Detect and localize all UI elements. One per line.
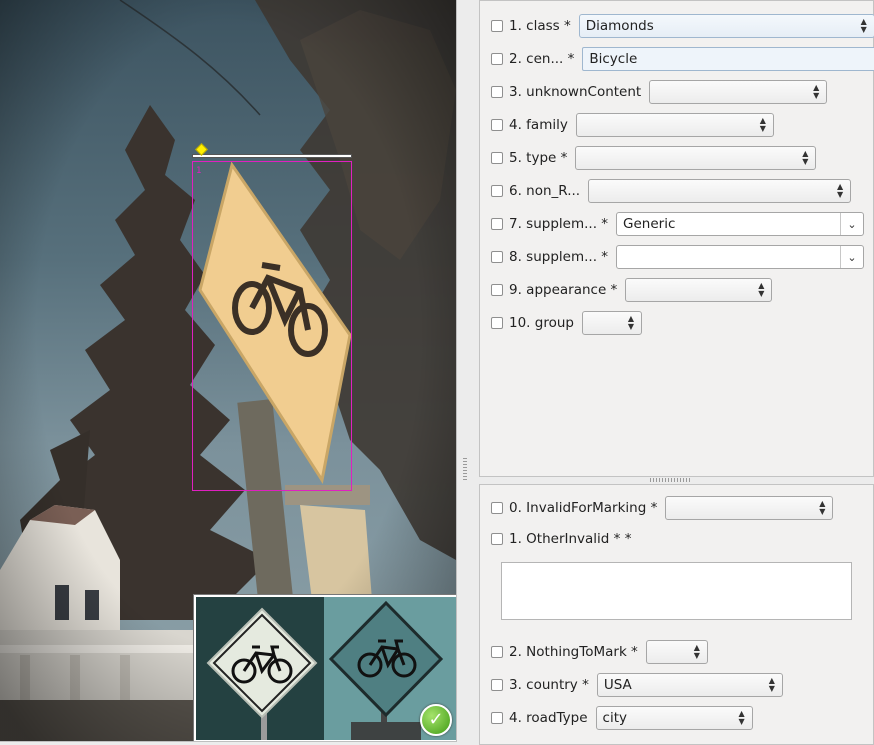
checkbox[interactable]	[491, 284, 503, 296]
checkbox[interactable]	[491, 251, 503, 263]
field-value: Generic	[623, 216, 676, 232]
field-value: Diamonds	[585, 18, 654, 34]
attribute-row-unknown-content: 3. unknownContent ▲ ▼	[491, 79, 828, 105]
field-value: Bicycle	[589, 51, 638, 67]
supplement-2-dropdown[interactable]: ⌄	[616, 245, 865, 269]
content-text-field[interactable]: Bicycle	[582, 47, 874, 71]
validity-panel: 0. InvalidForMarking * ▲ ▼ 1. OtherInvali…	[479, 484, 874, 745]
checkbox[interactable]	[491, 152, 503, 164]
field-label: 1. class *	[509, 18, 571, 34]
validity-row-road-type: 4. roadType city ▲ ▼	[491, 705, 753, 731]
checkbox[interactable]	[491, 317, 503, 329]
appearance-select[interactable]: ▲ ▼	[625, 278, 773, 302]
field-value: USA	[603, 677, 632, 693]
spin-arrows-icon: ▲ ▼	[837, 182, 844, 199]
attribute-row-supplement-1: 7. supplem... * Generic ⌄	[491, 211, 865, 237]
attributes-panel: 1. class * Diamonds ▲ ▼ 2. cen... * Bicyc…	[479, 0, 874, 477]
spin-arrows-icon: ▲ ▼	[738, 709, 745, 726]
group-select[interactable]: ▲ ▼	[581, 311, 642, 335]
spin-arrows-icon: ▲ ▼	[802, 149, 809, 166]
invalid-for-marking-select[interactable]: ▲ ▼	[665, 496, 834, 520]
field-label: 2. NothingToMark *	[509, 644, 638, 660]
annotation-index-label: 1	[196, 166, 202, 176]
spin-arrows-icon: ▲ ▼	[768, 676, 775, 693]
checkbox[interactable]	[491, 679, 503, 691]
field-label: 4. roadType	[509, 710, 588, 726]
checkbox[interactable]	[491, 502, 503, 514]
family-select[interactable]: ▲ ▼	[575, 113, 774, 137]
checkbox[interactable]	[491, 218, 503, 230]
spin-arrows-icon: ▲ ▼	[759, 116, 766, 133]
checkbox[interactable]	[491, 533, 503, 545]
field-label: 6. non_R...	[509, 183, 581, 199]
road-type-select[interactable]: city ▲ ▼	[595, 706, 753, 730]
validity-row-other-invalid: 1. OtherInvalid * *	[491, 526, 639, 552]
attribute-row-content: 2. cen... * Bicycle	[491, 46, 874, 72]
image-viewer[interactable]: 1 ✓	[0, 0, 457, 742]
field-label: 5. type *	[509, 150, 568, 166]
reference-sign-images	[196, 597, 456, 740]
vertical-splitter-handle[interactable]	[463, 458, 467, 480]
type-select[interactable]: ▲ ▼	[575, 146, 817, 170]
unknown-content-select[interactable]: ▲ ▼	[649, 80, 828, 104]
field-label: 1. OtherInvalid * *	[509, 531, 632, 547]
non-r-select[interactable]: ▲ ▼	[588, 179, 852, 203]
attribute-row-supplement-2: 8. supplem... * ⌄	[491, 244, 865, 270]
spin-arrows-icon: ▲ ▼	[758, 281, 765, 298]
checkbox[interactable]	[491, 86, 503, 98]
field-value: city	[602, 710, 628, 726]
field-label: 9. appearance *	[509, 282, 618, 298]
field-label: 7. supplem... *	[509, 216, 609, 232]
field-label: 3. unknownContent	[509, 84, 642, 100]
spin-arrows-icon: ▲ ▼	[819, 499, 826, 516]
attribute-row-class: 1. class * Diamonds ▲ ▼	[491, 13, 874, 39]
nothing-to-mark-select[interactable]: ▲ ▼	[645, 640, 708, 664]
country-select[interactable]: USA ▲ ▼	[596, 673, 783, 697]
field-label: 3. country *	[509, 677, 589, 693]
attribute-row-non-r: 6. non_R... ▲ ▼	[491, 178, 852, 204]
chevron-down-icon: ⌄	[840, 246, 863, 268]
checkbox[interactable]	[491, 712, 503, 724]
spin-arrows-icon: ▲ ▼	[813, 83, 820, 100]
field-label: 4. family	[509, 117, 568, 133]
validity-row-country: 3. country * USA ▲ ▼	[491, 672, 783, 698]
horizontal-splitter-handle[interactable]	[650, 478, 692, 482]
field-label: 8. supplem... *	[509, 249, 609, 265]
checkmark-icon: ✓	[420, 704, 452, 736]
attribute-row-type: 5. type * ▲ ▼	[491, 145, 817, 171]
checkbox[interactable]	[491, 119, 503, 131]
field-label: 2. cen... *	[509, 51, 575, 67]
spin-arrows-icon: ▲ ▼	[693, 643, 700, 660]
spin-arrows-icon: ▲ ▼	[860, 17, 867, 34]
field-label: 10. group	[509, 315, 574, 331]
other-invalid-textarea[interactable]	[501, 562, 852, 620]
validity-row-nothing-to-mark: 2. NothingToMark * ▲ ▼	[491, 639, 708, 665]
attribute-row-group: 10. group ▲ ▼	[491, 310, 642, 336]
class-select[interactable]: Diamonds ▲ ▼	[578, 14, 874, 38]
bbox-top-bar[interactable]	[192, 154, 352, 158]
checkbox[interactable]	[491, 53, 503, 65]
chevron-down-icon: ⌄	[840, 213, 863, 235]
checkbox[interactable]	[491, 185, 503, 197]
attribute-row-appearance: 9. appearance * ▲ ▼	[491, 277, 773, 303]
validity-row-invalid-for-marking: 0. InvalidForMarking * ▲ ▼	[491, 495, 834, 521]
spin-arrows-icon: ▲ ▼	[627, 314, 635, 331]
annotation-bounding-box[interactable]	[192, 161, 352, 491]
reference-preview: ✓	[194, 595, 456, 741]
supplement-1-dropdown[interactable]: Generic ⌄	[616, 212, 865, 236]
field-label: 0. InvalidForMarking *	[509, 500, 658, 516]
attribute-row-family: 4. family ▲ ▼	[491, 112, 774, 138]
checkbox[interactable]	[491, 646, 503, 658]
checkbox[interactable]	[491, 20, 503, 32]
